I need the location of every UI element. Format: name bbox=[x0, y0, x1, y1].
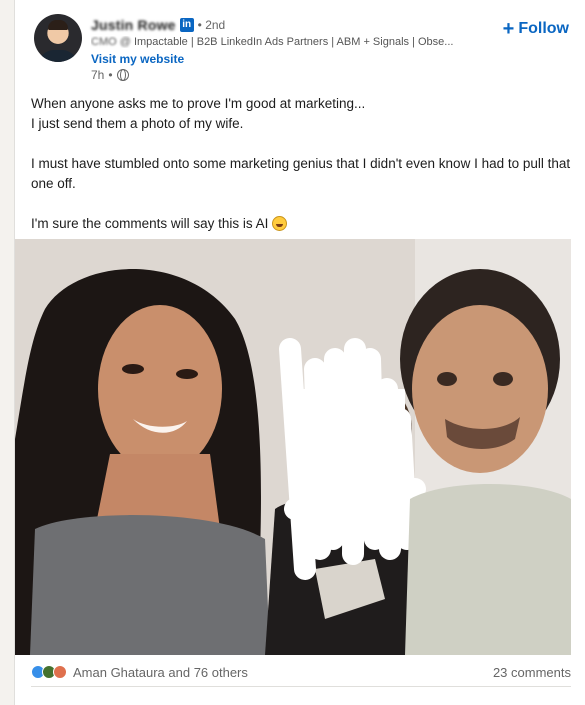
post-line bbox=[31, 134, 571, 154]
author-name[interactable]: Justin Rowe bbox=[91, 17, 176, 33]
post-meta: 7h • bbox=[91, 68, 129, 82]
follow-button[interactable]: + Follow bbox=[502, 18, 569, 40]
divider bbox=[31, 686, 571, 687]
avatar-shirt bbox=[38, 50, 78, 62]
post-image[interactable] bbox=[15, 239, 571, 655]
bullet: • bbox=[108, 68, 113, 82]
love-icon bbox=[53, 665, 67, 679]
avatar-hair bbox=[48, 20, 68, 30]
laughing-emoji-icon bbox=[272, 216, 288, 231]
post-line: When anyone asks me to prove I'm good at… bbox=[31, 96, 366, 111]
headline-text: Impactable | B2B LinkedIn Ads Partners |… bbox=[133, 36, 454, 48]
post-line-last: I'm sure the comments will say this is A… bbox=[31, 214, 571, 234]
post-card: Justin Rowe in • 2nd CMO @ Impactable | … bbox=[14, 0, 585, 705]
post-time: 7h bbox=[91, 68, 105, 82]
globe-icon bbox=[116, 69, 129, 81]
post-body: When anyone asks me to prove I'm good at… bbox=[31, 94, 571, 234]
post-line: I'm sure the comments will say this is A… bbox=[31, 216, 269, 231]
headline-prefix: CMO @ bbox=[91, 36, 134, 48]
visit-website-link[interactable]: Visit my website bbox=[91, 52, 184, 66]
connection-degree: • 2nd bbox=[197, 18, 226, 32]
author-avatar[interactable] bbox=[34, 14, 82, 62]
reactions-count[interactable]: Aman Ghataura and 76 others bbox=[73, 665, 493, 680]
follow-label: Follow bbox=[518, 20, 569, 37]
plus-icon: + bbox=[502, 18, 515, 40]
post-line: I must have stumbled onto some marketing… bbox=[31, 156, 571, 191]
post-image-illustration bbox=[15, 239, 571, 655]
author-headline: CMO @ Impactable | B2B LinkedIn Ads Part… bbox=[91, 36, 483, 48]
author-name-row: Justin Rowe in • 2nd bbox=[91, 15, 225, 35]
linkedin-badge-icon: in bbox=[179, 18, 194, 32]
social-counts: Aman Ghataura and 76 others 23 comments bbox=[31, 662, 571, 682]
post-line: I just send them a photo of my wife. bbox=[31, 116, 244, 131]
reaction-icons[interactable] bbox=[31, 665, 67, 679]
post-line bbox=[31, 194, 571, 214]
comments-count[interactable]: 23 comments bbox=[493, 665, 571, 680]
